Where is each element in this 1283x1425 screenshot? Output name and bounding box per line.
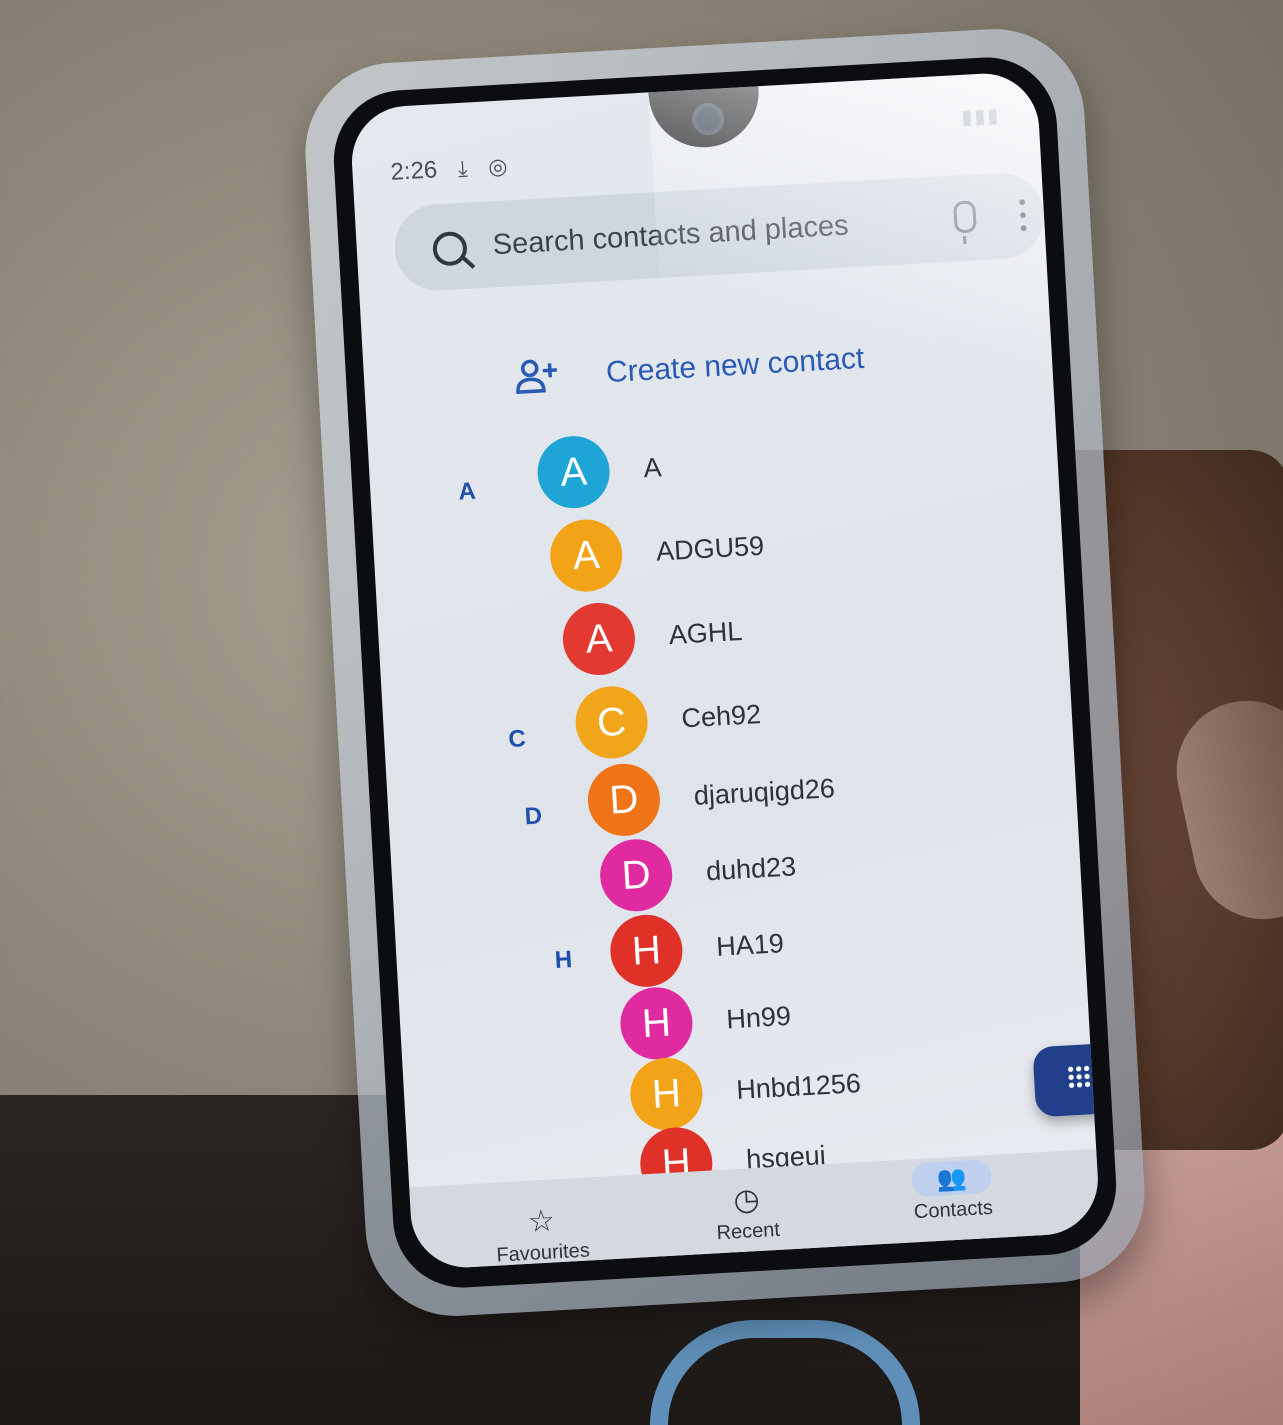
nav-contacts[interactable]: 👥 Contacts (861, 1156, 1044, 1227)
clock-icon: ◷ (732, 1182, 761, 1218)
phone-screen: 2:26 ⤓ ◎ ▮▮▮ Create new contact (348, 70, 1101, 1271)
download-icon: ⤓ (457, 155, 469, 182)
contact-row[interactable]: C Ceh92 (573, 677, 763, 761)
contact-avatar: A (560, 601, 637, 677)
contact-name: Ceh92 (680, 698, 762, 733)
section-letter-a: A (457, 477, 477, 506)
contact-row[interactable]: A ADGU59 (548, 509, 766, 595)
nav-recent-label: Recent (715, 1218, 781, 1245)
contact-avatar: D (585, 761, 662, 838)
contact-avatar: C (573, 684, 650, 761)
contact-name: duhd23 (705, 850, 797, 886)
chrome-icon: ◎ (487, 153, 509, 180)
person-add-icon (516, 359, 557, 394)
search-bar[interactable] (392, 170, 1047, 293)
contact-avatar: H (608, 912, 685, 989)
dialpad-icon (1066, 1064, 1092, 1090)
scrollbar[interactable] (1047, 279, 1059, 333)
contact-row[interactable]: H HA19 (608, 906, 785, 990)
phone: 2:26 ⤓ ◎ ▮▮▮ Create new contact (300, 24, 1150, 1321)
contact-avatar: A (548, 517, 625, 594)
contact-row[interactable]: H Hn99 (618, 979, 792, 1062)
create-new-contact-button[interactable]: Create new contact (513, 329, 866, 408)
contact-avatar: H (618, 985, 695, 1062)
nav-contacts-label: Contacts (913, 1196, 994, 1224)
section-letter-c: C (507, 725, 527, 754)
mic-icon[interactable] (953, 200, 977, 234)
people-icon: 👥 (910, 1158, 993, 1198)
dialpad-button[interactable] (1032, 1042, 1101, 1118)
contact-row[interactable]: A A (535, 430, 664, 511)
nav-favourites-label: Favourites (495, 1239, 591, 1267)
phone-bezel: 2:26 ⤓ ◎ ▮▮▮ Create new contact (330, 53, 1120, 1292)
contact-name: HA19 (715, 927, 785, 962)
status-time: 2:26 (389, 156, 438, 186)
more-vert-icon[interactable] (1018, 195, 1027, 234)
create-new-contact-label: Create new contact (605, 341, 866, 390)
star-icon: ☆ (527, 1204, 556, 1239)
contact-name: ADGU59 (655, 530, 765, 567)
contact-name: djaruqigd26 (692, 772, 836, 811)
nav-favourites[interactable]: ☆ Favourites (450, 1197, 633, 1270)
contact-row[interactable]: H Hnbd1256 (628, 1046, 862, 1133)
contact-row[interactable]: A AGHL (560, 594, 744, 678)
contact-name: A (642, 451, 663, 483)
status-bar: 2:26 ⤓ ◎ (390, 152, 508, 186)
nav-recent[interactable]: ◷ Recent (656, 1176, 839, 1249)
contact-avatar: A (535, 434, 612, 511)
section-letter-h: H (554, 946, 573, 974)
section-letter-d: D (523, 802, 543, 831)
contact-name: Hn99 (725, 1000, 792, 1034)
contact-avatar: H (628, 1055, 705, 1132)
search-icon (431, 230, 468, 267)
bottom-navigation: ☆ Favourites ◷ Recent 👥 Contacts (409, 1149, 1101, 1271)
signal-icon: ▮▮▮ (960, 104, 1001, 129)
contact-name: Hnbd1256 (735, 1067, 862, 1105)
search-input[interactable] (489, 197, 916, 270)
contact-name: AGHL (667, 615, 744, 650)
contact-row[interactable]: D duhd23 (598, 829, 798, 914)
contact-row[interactable]: D djaruqigd26 (585, 751, 837, 839)
contact-avatar: D (598, 837, 675, 914)
